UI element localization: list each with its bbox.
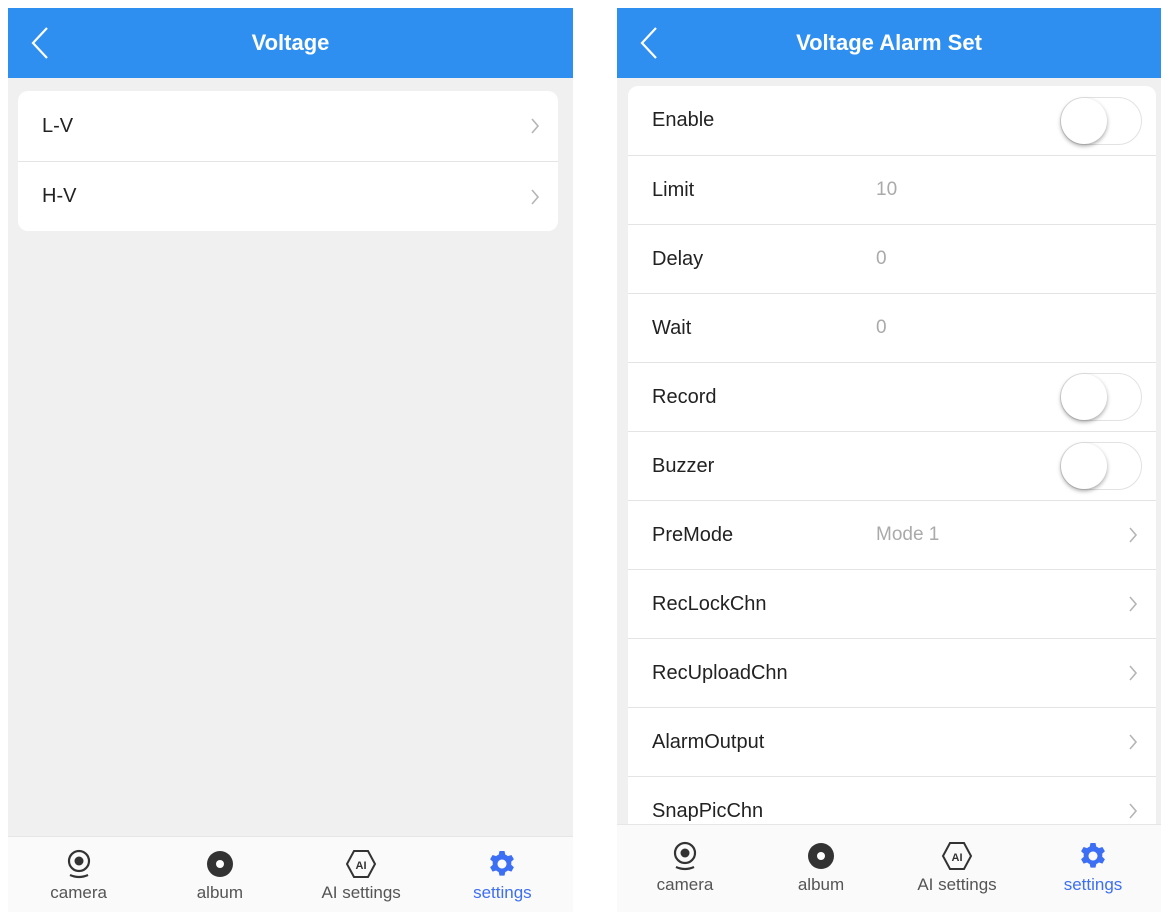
voltage-screen: Voltage L-V H-V camera album AI AI setti… <box>8 8 573 912</box>
chevron-right-icon <box>1129 527 1138 543</box>
page-title: Voltage Alarm Set <box>796 30 982 55</box>
setting-label: Limit <box>652 178 695 201</box>
chevron-right-icon <box>1129 803 1138 819</box>
list-item-h-v[interactable]: H-V <box>18 161 558 231</box>
alarm-settings-list: Enable Limit 10 Delay 0 Wait 0 Record Bu… <box>628 86 1156 846</box>
chevron-left-icon <box>31 27 48 59</box>
setting-row-delay[interactable]: Delay 0 <box>628 224 1156 293</box>
setting-label: Enable <box>652 109 715 131</box>
album-icon <box>808 843 834 869</box>
camera-icon <box>673 841 697 871</box>
tab-camera[interactable]: camera <box>8 837 149 912</box>
ai-icon: AI <box>941 842 973 870</box>
chevron-right-icon <box>531 118 540 134</box>
chevron-right-icon <box>531 188 540 205</box>
voltage-list: L-V H-V <box>18 91 558 231</box>
tab-label: camera <box>656 875 714 894</box>
tab-album[interactable]: album <box>149 837 290 912</box>
chevron-right-icon <box>1129 665 1138 681</box>
setting-label: Buzzer <box>652 454 715 477</box>
back-button[interactable] <box>639 8 679 78</box>
setting-label: RecLockChn <box>652 592 767 615</box>
tab-settings[interactable]: settings <box>1025 825 1161 912</box>
tab-label: AI settings <box>917 875 997 894</box>
gear-icon <box>1081 843 1105 868</box>
delay-value[interactable]: 0 <box>876 248 887 270</box>
list-item-label: L-V <box>42 114 74 137</box>
camera-icon <box>67 849 90 879</box>
wait-value[interactable]: 0 <box>876 317 887 339</box>
setting-row-buzzer: Buzzer <box>628 431 1156 500</box>
setting-row-recuploadchn[interactable]: RecUploadChn <box>628 638 1156 707</box>
record-toggle[interactable] <box>1060 373 1142 421</box>
svg-text:AI: AI <box>356 860 367 872</box>
voltage-alarm-set-screen: Voltage Alarm Set Enable Limit 10 Delay … <box>617 8 1161 912</box>
setting-row-reclockchn[interactable]: RecLockChn <box>628 569 1156 638</box>
chevron-right-icon <box>1129 596 1138 612</box>
premode-value: Mode 1 <box>876 524 940 545</box>
limit-value[interactable]: 10 <box>876 179 897 201</box>
chevron-right-icon <box>1129 734 1138 750</box>
setting-row-limit[interactable]: Limit 10 <box>628 155 1156 224</box>
setting-row-record: Record <box>628 362 1156 431</box>
enable-toggle[interactable] <box>1060 96 1142 145</box>
bottom-tab-bar: camera album AI AI settings settings <box>617 824 1161 912</box>
tab-label: AI settings <box>321 883 401 902</box>
setting-label: PreMode <box>652 523 734 546</box>
list-item-label: H-V <box>42 185 77 207</box>
setting-row-alarmoutput[interactable]: AlarmOutput <box>628 707 1156 776</box>
buzzer-toggle[interactable] <box>1060 442 1142 490</box>
setting-label: SnapPicChn <box>652 799 764 822</box>
svg-text:AI: AI <box>952 852 963 864</box>
page-title: Voltage <box>251 30 330 55</box>
setting-label: Wait <box>652 316 692 339</box>
setting-label: RecUploadChn <box>652 661 788 684</box>
tab-label: settings <box>473 883 532 902</box>
setting-label: AlarmOutput <box>652 730 765 753</box>
list-item-l-v[interactable]: L-V <box>18 91 558 161</box>
tab-camera[interactable]: camera <box>617 825 753 912</box>
chevron-left-icon <box>640 27 657 59</box>
setting-row-enable: Enable <box>628 86 1156 155</box>
setting-label: Record <box>652 385 717 408</box>
title-bar: Voltage Alarm Set <box>617 8 1161 78</box>
tab-label: album <box>797 875 845 894</box>
tab-album[interactable]: album <box>753 825 889 912</box>
tab-ai-settings[interactable]: AI AI settings <box>291 837 432 912</box>
tab-ai-settings[interactable]: AI AI settings <box>889 825 1025 912</box>
tab-settings[interactable]: settings <box>432 837 573 912</box>
ai-icon: AI <box>345 850 377 878</box>
tab-label: camera <box>50 883 107 902</box>
title-bar: Voltage <box>8 8 573 78</box>
setting-row-premode[interactable]: PreMode Mode 1 <box>628 500 1156 569</box>
back-button[interactable] <box>30 8 70 78</box>
bottom-tab-bar: camera album AI AI settings settings <box>8 836 573 912</box>
setting-row-wait[interactable]: Wait 0 <box>628 293 1156 362</box>
gear-icon <box>490 851 515 876</box>
tab-label: settings <box>1063 875 1123 894</box>
setting-label: Delay <box>652 247 704 270</box>
tab-label: album <box>196 883 244 902</box>
album-icon <box>206 851 233 877</box>
